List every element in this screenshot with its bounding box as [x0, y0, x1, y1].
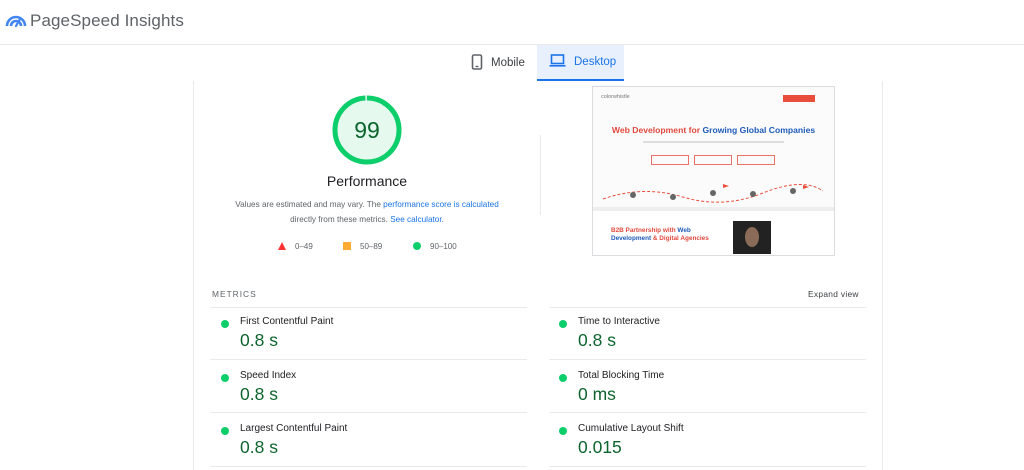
legend-average-range: 50–89 [360, 241, 383, 251]
screenshot-separator [593, 207, 834, 211]
brand-title[interactable]: PageSpeed Insights [30, 11, 184, 31]
pass-circle-icon [559, 427, 567, 435]
screenshot-illustration [603, 183, 823, 203]
metric-value: 0.8 s [578, 330, 616, 350]
metric-name: Largest Contentful Paint [240, 423, 348, 434]
screenshot-headline-2: Growing Global Companies [702, 125, 816, 135]
metrics-divider [549, 307, 866, 308]
metric-largest-contentful-paint: Largest Contentful Paint 0.8 s [221, 423, 521, 470]
screenshot-pill [651, 155, 689, 165]
metric-name: Total Blocking Time [578, 370, 665, 381]
card-border-right [882, 81, 883, 470]
expand-view-button[interactable]: Expand view [808, 289, 859, 299]
pass-circle-icon [559, 320, 567, 328]
legend-pass: 90–100 [413, 240, 457, 252]
screenshot-b2b-3: & Digital Agencies [651, 235, 709, 242]
screenshot-b2b-heading: B2B Partnership with Web Development & D… [611, 227, 731, 243]
phone-icon [471, 53, 483, 73]
pass-circle-icon [221, 427, 229, 435]
tab-desktop-label: Desktop [574, 56, 617, 68]
metric-speed-index: Speed Index 0.8 s [221, 370, 521, 420]
see-calculator-link[interactable]: See calculator. [390, 215, 444, 224]
performance-score-link[interactable]: performance score is calculated [383, 200, 499, 209]
pass-circle-icon [559, 374, 567, 382]
metrics-heading: METRICS [212, 289, 257, 299]
square-icon [343, 242, 351, 250]
legend-fail-range: 0–49 [295, 241, 313, 251]
top-bar: PageSpeed Insights [0, 0, 1024, 45]
metrics-divider [210, 307, 527, 308]
legend-fail: 0–49 [278, 240, 313, 252]
final-screenshot: colorwhistle Web Development for Growing… [592, 86, 835, 256]
metric-first-contentful-paint: First Contentful Paint 0.8 s [221, 316, 521, 366]
metric-name: First Contentful Paint [240, 316, 334, 327]
screenshot-subtext [643, 141, 784, 143]
legend-average: 50–89 [343, 240, 382, 252]
screenshot-hero: colorwhistle Web Development for Growing… [593, 87, 834, 207]
metric-name: Cumulative Layout Shift [578, 423, 684, 434]
metric-value: 0.8 s [240, 330, 278, 350]
tab-mobile-label: Mobile [491, 57, 525, 69]
screenshot-pill [694, 155, 732, 165]
pass-circle-icon [221, 374, 229, 382]
legend-pass-range: 90–100 [430, 241, 457, 251]
laptop-icon [549, 54, 566, 70]
screenshot-pill [737, 155, 775, 165]
metric-value: 0.8 s [240, 384, 278, 404]
metric-time-to-interactive: Time to Interactive 0.8 s [559, 316, 859, 366]
device-tabs: Mobile Desktop [0, 45, 1024, 81]
circle-icon [413, 242, 421, 250]
screenshot-headline: Web Development for Growing Global Compa… [593, 125, 834, 135]
tab-desktop[interactable]: Desktop [537, 45, 624, 81]
desc-text-1: Values are estimated and may vary. The [235, 200, 384, 209]
pagespeed-logo-icon[interactable] [4, 8, 28, 32]
metric-value: 0 ms [578, 384, 616, 404]
summary-divider [540, 135, 541, 215]
screenshot-cta-button [783, 95, 815, 102]
pass-circle-icon [221, 320, 229, 328]
triangle-icon [278, 242, 286, 250]
metric-value: 0.015 [578, 437, 622, 457]
metric-cumulative-layout-shift: Cumulative Layout Shift 0.015 [559, 423, 859, 470]
screenshot-b2b-1: B2B Partnership with [611, 227, 678, 234]
tab-mobile[interactable]: Mobile [464, 45, 534, 81]
screenshot-photo-face [745, 227, 759, 247]
metric-name: Speed Index [240, 370, 297, 381]
performance-title: Performance [326, 173, 408, 189]
metric-name: Time to Interactive [578, 316, 660, 327]
performance-description: Values are estimated and may vary. The p… [212, 197, 522, 227]
card-border-left [193, 81, 194, 470]
performance-score: 99 [354, 116, 380, 143]
metric-value: 0.8 s [240, 437, 278, 457]
screenshot-logo: colorwhistle [601, 94, 630, 100]
screenshot-headline-1: Web Development for [611, 125, 703, 135]
metric-total-blocking-time: Total Blocking Time 0 ms [559, 370, 859, 420]
desc-text-2: directly from these metrics. [290, 215, 391, 224]
